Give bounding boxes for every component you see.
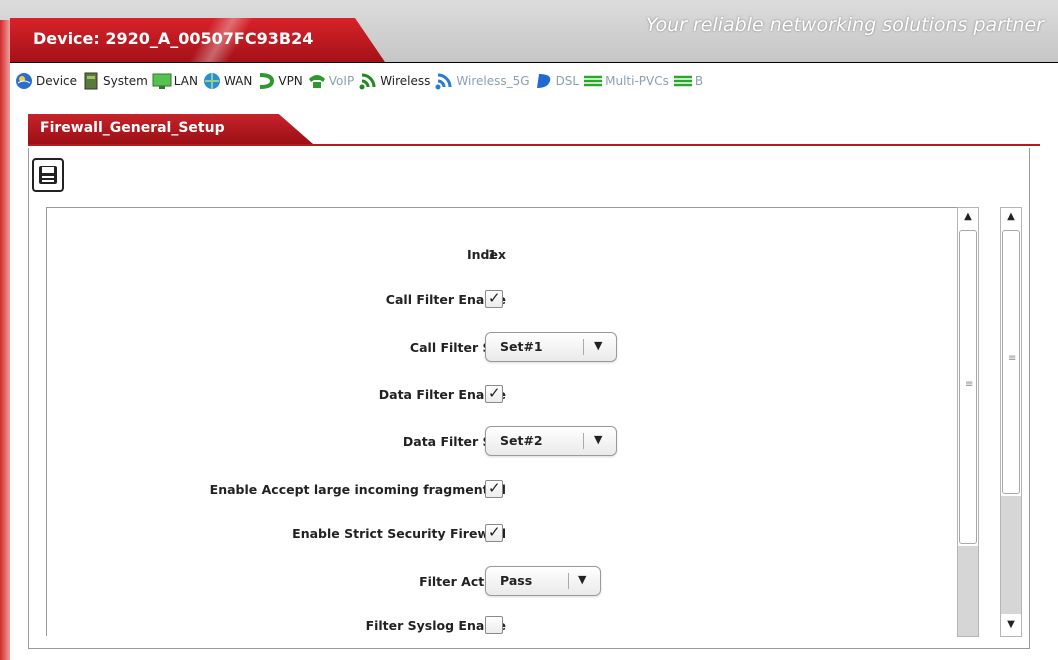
phone-icon: [307, 71, 327, 91]
globe-network-icon: [202, 71, 222, 91]
outer-scroll-thumb[interactable]: ≡: [1002, 230, 1020, 494]
filter-action-select[interactable]: Pass ▼: [485, 566, 601, 596]
filter-syslog-checkbox[interactable]: [485, 616, 503, 634]
menu-item-label: B: [694, 74, 704, 88]
checkmark-icon: ✓: [488, 289, 501, 307]
menu-item-label: DSL: [555, 74, 580, 88]
menu-item-label: VoIP: [328, 74, 355, 88]
menu-item-wan[interactable]: WAN: [202, 71, 252, 91]
wireless-icon: [358, 71, 378, 91]
bridge-icon: [673, 71, 693, 91]
row-call-filter-enable: Call Filter Enable ✓: [46, 288, 766, 314]
menu-item-label: System: [103, 74, 148, 88]
call-filter-set-value: Set#1: [500, 339, 543, 354]
menu-item-wireless[interactable]: Wireless: [358, 71, 430, 91]
menu-item-bridge[interactable]: B: [673, 71, 703, 91]
index-label: Index: [466, 247, 506, 262]
data-filter-set-value: Set#2: [500, 433, 543, 448]
inner-scroll-thumb[interactable]: ≡: [959, 230, 977, 544]
tab-divider: [28, 144, 1040, 146]
globe-icon: [14, 71, 34, 91]
floppy-disk-icon: [39, 166, 57, 184]
select-divider: [583, 339, 584, 355]
scroll-up-icon[interactable]: ▲: [958, 208, 978, 226]
outer-scroll-track[interactable]: [1001, 496, 1021, 614]
menu-item-label: Multi-PVCs: [605, 74, 669, 88]
checkmark-icon: ✓: [488, 384, 501, 402]
menu-item-label: LAN: [173, 74, 198, 88]
large-fragment-label: Enable Accept large incoming fragmented: [209, 482, 506, 497]
dsl-icon: [534, 71, 554, 91]
monitor-icon: [152, 71, 172, 91]
menu-item-multi-pvcs[interactable]: Multi-PVCs: [583, 71, 669, 91]
strict-firewall-checkbox[interactable]: ✓: [485, 523, 503, 542]
inner-scrollbar[interactable]: ▲ ≡: [957, 207, 979, 637]
scroll-up-icon[interactable]: ▲: [1001, 208, 1021, 226]
chevron-down-icon: ▼: [594, 339, 603, 352]
large-fragment-checkbox[interactable]: ✓: [485, 479, 503, 498]
menu-item-label: WAN: [223, 74, 253, 88]
strict-firewall-label: Enable Strict Security Firewall: [292, 526, 506, 541]
index-value: 1: [488, 247, 497, 262]
tab-strip: Firewall_General_Setup: [10, 98, 1058, 148]
row-index: Index 1: [46, 243, 766, 269]
chevron-down-icon: ▼: [594, 433, 603, 446]
menu-item-label: VPN: [278, 74, 303, 88]
menu-item-vpn[interactable]: VPN: [256, 71, 303, 91]
checkmark-icon: ✓: [488, 479, 501, 497]
menu-item-lan[interactable]: LAN: [152, 71, 198, 91]
filter-action-value: Pass: [500, 573, 533, 588]
wireless-5g-icon: [434, 71, 454, 91]
menu-item-label: Device: [36, 74, 78, 88]
menu-item-wireless-5g[interactable]: Wireless_5G: [434, 71, 530, 91]
menu-item-device[interactable]: Device: [14, 71, 77, 91]
left-red-edge: [0, 20, 10, 660]
row-data-filter-set: Data Filter Set Set#2 ▼: [46, 426, 766, 456]
grip-icon: ≡: [1008, 353, 1017, 364]
multi-pvc-icon: [583, 71, 603, 91]
row-call-filter-set: Call Filter Set Set#1 ▼: [46, 332, 766, 362]
menu-item-label: Wireless_5G: [456, 74, 530, 88]
data-filter-set-select[interactable]: Set#2 ▼: [485, 426, 617, 456]
tab-label: Firewall_General_Setup: [40, 120, 225, 136]
slogan-text: Your reliable networking solutions partn…: [645, 14, 1044, 36]
inner-scroll-track[interactable]: [958, 546, 978, 636]
menu-item-dsl[interactable]: DSL: [534, 71, 580, 91]
main-menu-bar: Device System LAN WAN VPN VoIP Wireless …: [10, 62, 1058, 100]
row-filter-action: Filter Action Pass ▼: [46, 566, 766, 596]
checkmark-icon: ✓: [488, 523, 501, 541]
select-divider: [583, 433, 584, 449]
menu-item-label: Wireless: [380, 74, 431, 88]
vpn-icon: [256, 71, 276, 91]
row-strict-firewall: Enable Strict Security Firewall ✓: [46, 522, 766, 548]
save-button[interactable]: [32, 158, 64, 192]
menu-item-voip[interactable]: VoIP: [307, 71, 354, 91]
device-title: Device: 2920_A_00507FC93B24: [33, 29, 314, 48]
outer-scrollbar[interactable]: ▲ ≡ ▼: [1000, 207, 1022, 637]
chevron-down-icon: ▼: [578, 573, 587, 586]
menu-item-system[interactable]: System: [81, 71, 148, 91]
grip-icon: ≡: [965, 379, 974, 390]
select-divider: [568, 573, 569, 589]
row-data-filter-enable: Data Filter Enable ✓: [46, 383, 766, 409]
scroll-down-icon[interactable]: ▼: [1001, 616, 1021, 634]
call-filter-enable-checkbox[interactable]: ✓: [485, 289, 503, 308]
row-large-fragment: Enable Accept large incoming fragmented …: [46, 478, 766, 504]
data-filter-enable-checkbox[interactable]: ✓: [485, 384, 503, 403]
document-icon: [81, 71, 101, 91]
call-filter-set-select[interactable]: Set#1 ▼: [485, 332, 617, 362]
row-filter-syslog: Filter Syslog Enable: [46, 614, 766, 640]
